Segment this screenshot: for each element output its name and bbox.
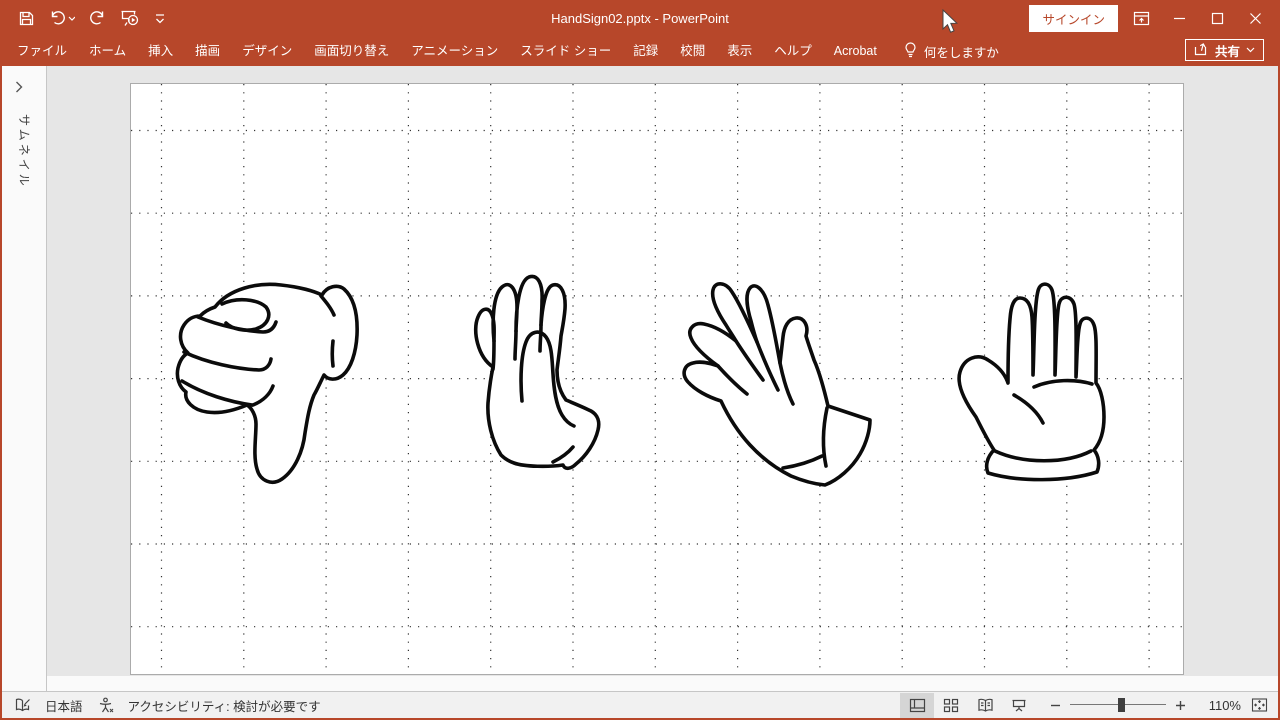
slide-show-button[interactable] [1002,693,1036,718]
title-bar: HandSign02.pptx - PowerPoint サインイン [2,0,1278,36]
tell-me-label: 何をしますか [924,42,999,61]
ribbon-tab-2[interactable]: 挿入 [137,36,184,66]
maximize-icon[interactable] [1202,4,1232,32]
statusbar-right: 110% [900,693,1278,718]
ribbon-tab-0[interactable]: ファイル [6,36,78,66]
share-icon [1194,42,1209,59]
ribbon-tab-8[interactable]: 記録 [622,36,669,66]
accessibility-icon[interactable] [97,697,114,713]
ribbon-tab-12[interactable]: Acrobat [823,36,888,66]
ribbon-tab-5[interactable]: 画面切り替え [303,36,400,66]
redo-icon[interactable] [89,10,106,27]
lightbulb-icon [904,41,917,61]
zoom-slider[interactable] [1070,697,1166,713]
workspace: サムネイル [2,66,1278,676]
statusbar-left: 日本語 アクセシビリティ: 検討が必要です [2,696,321,715]
ribbon-tab-bar: ファイルホーム挿入描画デザイン画面切り替えアニメーションスライド ショー記録校閲… [2,36,1278,66]
zoom-out-icon[interactable] [1050,700,1061,711]
language-label[interactable]: 日本語 [45,696,83,715]
horizontal-scroll-strip[interactable] [2,676,1278,691]
status-bar: 日本語 アクセシビリティ: 検討が必要です [2,691,1278,718]
slide-canvas[interactable] [130,83,1184,675]
close-icon[interactable] [1240,4,1270,32]
reading-view-button[interactable] [968,693,1002,718]
zoom-control: 110% [1050,697,1241,713]
zoom-slider-thumb[interactable] [1118,698,1125,712]
fit-slide-to-window-icon[interactable] [1251,697,1268,713]
ribbon-tab-10[interactable]: 表示 [716,36,763,66]
quick-access-toolbar [18,0,166,36]
minimize-icon[interactable] [1164,4,1194,32]
slide-sorter-button[interactable] [934,693,968,718]
ribbon-tab-3[interactable]: 描画 [184,36,231,66]
tell-me-box[interactable]: 何をしますか [904,41,999,61]
ribbon-tab-4[interactable]: デザイン [231,36,303,66]
hand-thumbs-down[interactable] [175,273,360,488]
accessibility-status-label[interactable]: アクセシビリティ: 検討が必要です [128,696,321,715]
ribbon-tab-1[interactable]: ホーム [78,36,137,66]
customize-quick-access-icon[interactable] [154,11,166,25]
zoom-in-icon[interactable] [1175,700,1186,711]
ribbon-tabs: ファイルホーム挿入描画デザイン画面切り替えアニメーションスライド ショー記録校閲… [2,36,888,66]
proofing-icon[interactable] [14,698,31,713]
hand-open-palm[interactable] [948,271,1123,486]
ribbon-tab-6[interactable]: アニメーション [400,36,509,66]
ribbon-tab-11[interactable]: ヘルプ [763,36,823,66]
undo-icon[interactable] [49,10,75,27]
thumbnail-panel-label: サムネイル [16,114,33,189]
start-slideshow-icon[interactable] [120,9,140,27]
titlebar-right-controls: サインイン [1029,0,1270,36]
ribbon-display-options-icon[interactable] [1126,4,1156,32]
share-button[interactable]: 共有 [1185,39,1264,61]
expand-panel-chevron-icon[interactable] [15,80,23,98]
sign-in-button[interactable]: サインイン [1029,5,1118,32]
save-icon[interactable] [18,10,35,27]
share-caret-icon [1246,47,1255,53]
hand-waving[interactable] [675,259,885,494]
hand-flat-side[interactable] [465,269,610,484]
share-label: 共有 [1215,41,1240,60]
powerpoint-window: HandSign02.pptx - PowerPoint サインイン [0,0,1280,720]
normal-view-button[interactable] [900,693,934,718]
ribbon-tab-9[interactable]: 校閲 [669,36,716,66]
thumbnail-panel[interactable]: サムネイル [2,66,47,676]
zoom-level[interactable]: 110% [1195,698,1241,713]
ribbon-tab-7[interactable]: スライド ショー [509,36,622,66]
